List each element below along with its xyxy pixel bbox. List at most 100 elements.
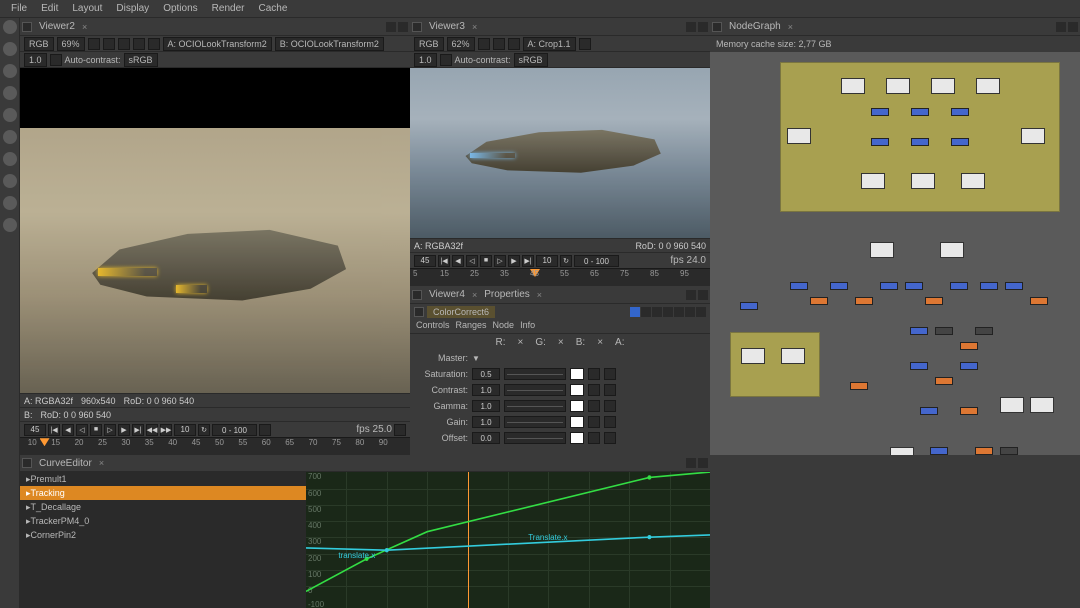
prev-key-icon[interactable]: ◀◀	[146, 424, 158, 436]
node-a-select[interactable]: A: Crop1.1	[523, 37, 576, 51]
close-icon[interactable]: ×	[79, 22, 90, 32]
node[interactable]	[905, 282, 923, 290]
panel-split-icon[interactable]	[22, 22, 32, 32]
node-reset-icon[interactable]	[685, 307, 695, 317]
menu-options[interactable]: Options	[156, 3, 204, 14]
node[interactable]	[960, 362, 978, 370]
play-back-icon[interactable]: ◀	[452, 255, 464, 267]
panel-split-icon[interactable]	[22, 458, 32, 468]
zoom-select[interactable]: 69%	[57, 37, 85, 51]
read-node[interactable]	[1021, 128, 1045, 144]
node[interactable]	[940, 242, 964, 258]
read-node[interactable]	[841, 78, 865, 94]
frame-input[interactable]: 45	[414, 255, 436, 267]
panel-float-icon[interactable]	[686, 22, 696, 32]
channel-select[interactable]: RGB	[414, 37, 444, 51]
panel-split-icon[interactable]	[712, 22, 722, 32]
viewer-opt4[interactable]	[133, 38, 145, 50]
filter-tool-icon[interactable]	[3, 108, 17, 122]
menu-render[interactable]: Render	[205, 3, 252, 14]
gain-input[interactable]: 1.0	[472, 416, 500, 428]
color-tool-icon[interactable]	[3, 86, 17, 100]
goto-end-icon[interactable]: ▶|	[132, 424, 144, 436]
viewer3-ruler[interactable]: 5152535455565758595	[410, 268, 710, 286]
colorspace-select[interactable]: sRGB	[124, 53, 158, 67]
tab-ranges[interactable]: Ranges	[456, 320, 487, 333]
viewer-opt[interactable]	[508, 38, 520, 50]
node[interactable]	[910, 327, 928, 335]
viewer-opt2[interactable]	[103, 38, 115, 50]
node[interactable]	[935, 377, 953, 385]
panel-split-icon[interactable]	[412, 290, 422, 300]
node[interactable]	[855, 297, 873, 305]
viewer2-ruler[interactable]: 10152025303540455055606570758090	[20, 437, 410, 455]
close-icon[interactable]: ×	[534, 290, 545, 300]
node-opt-icon[interactable]	[641, 307, 651, 317]
viewer3-tab[interactable]: Viewer3	[425, 21, 469, 32]
node[interactable]	[975, 447, 993, 455]
curve-graph[interactable]: 700 600 500 400 300 200 100 0 -100 trans…	[306, 472, 710, 608]
panel-split-icon[interactable]	[412, 22, 422, 32]
node[interactable]	[880, 282, 898, 290]
node[interactable]	[870, 242, 894, 258]
curve-icon[interactable]	[604, 384, 616, 396]
menu-cache[interactable]: Cache	[251, 3, 294, 14]
read-node[interactable]	[976, 78, 1000, 94]
panel-close-icon[interactable]	[1068, 22, 1078, 32]
tree-item[interactable]: ▸ CornerPin2	[20, 528, 306, 542]
gamma-slider[interactable]	[504, 400, 566, 412]
node[interactable]	[935, 327, 953, 335]
gain-reset[interactable]	[440, 54, 452, 66]
node-redo-icon[interactable]	[674, 307, 684, 317]
channel-tool-icon[interactable]	[3, 64, 17, 78]
step-input[interactable]: 10	[174, 424, 196, 436]
node[interactable]	[1000, 447, 1018, 455]
node-group-top[interactable]	[780, 62, 1060, 212]
node[interactable]	[951, 108, 969, 116]
time-tool-icon[interactable]	[3, 42, 17, 56]
node[interactable]	[790, 282, 808, 290]
viewer4-tab[interactable]: Viewer4	[425, 289, 469, 300]
panel-close-icon[interactable]	[698, 290, 708, 300]
color-swatch[interactable]	[570, 384, 584, 396]
close-icon[interactable]: ×	[469, 290, 480, 300]
read-node[interactable]	[961, 173, 985, 189]
node-opt-icon[interactable]	[652, 307, 662, 317]
node-close-icon[interactable]	[696, 307, 706, 317]
b-channel[interactable]: B:	[576, 337, 585, 348]
next-key-icon[interactable]: ▶▶	[160, 424, 172, 436]
offset-input[interactable]: 0.0	[472, 432, 500, 444]
node[interactable]	[1030, 297, 1048, 305]
node[interactable]	[1000, 397, 1024, 413]
panel-close-icon[interactable]	[398, 22, 408, 32]
viewer2-tab[interactable]: Viewer2	[35, 21, 79, 32]
color-swatch[interactable]	[570, 432, 584, 444]
viewer-opt[interactable]	[493, 38, 505, 50]
curve-icon[interactable]	[604, 416, 616, 428]
curve-icon[interactable]	[604, 432, 616, 444]
anim-icon[interactable]	[588, 432, 600, 444]
stop-icon[interactable]: ■	[90, 424, 102, 436]
node[interactable]	[850, 382, 868, 390]
node[interactable]	[980, 282, 998, 290]
node[interactable]	[951, 138, 969, 146]
node[interactable]	[1005, 282, 1023, 290]
play-fwd-icon[interactable]: ▶	[508, 255, 520, 267]
viewer-opt1[interactable]	[88, 38, 100, 50]
viewer-opt5[interactable]	[148, 38, 160, 50]
node[interactable]	[871, 108, 889, 116]
node[interactable]	[911, 138, 929, 146]
a-channel[interactable]: A:	[615, 337, 624, 348]
node[interactable]	[930, 447, 948, 455]
other-tool-icon[interactable]	[3, 218, 17, 232]
panel-close-icon[interactable]	[698, 22, 708, 32]
node-group-small[interactable]	[730, 332, 820, 397]
zoom-select[interactable]: 62%	[447, 37, 475, 51]
node[interactable]	[911, 108, 929, 116]
tab-info[interactable]: Info	[520, 320, 535, 333]
close-icon[interactable]: ×	[96, 458, 107, 468]
step-input[interactable]: 10	[536, 255, 558, 267]
node-b-select[interactable]: B: OCIOLookTransform2	[275, 37, 384, 51]
keyer-tool-icon[interactable]	[3, 130, 17, 144]
step-fwd-icon[interactable]: ▷	[494, 255, 506, 267]
